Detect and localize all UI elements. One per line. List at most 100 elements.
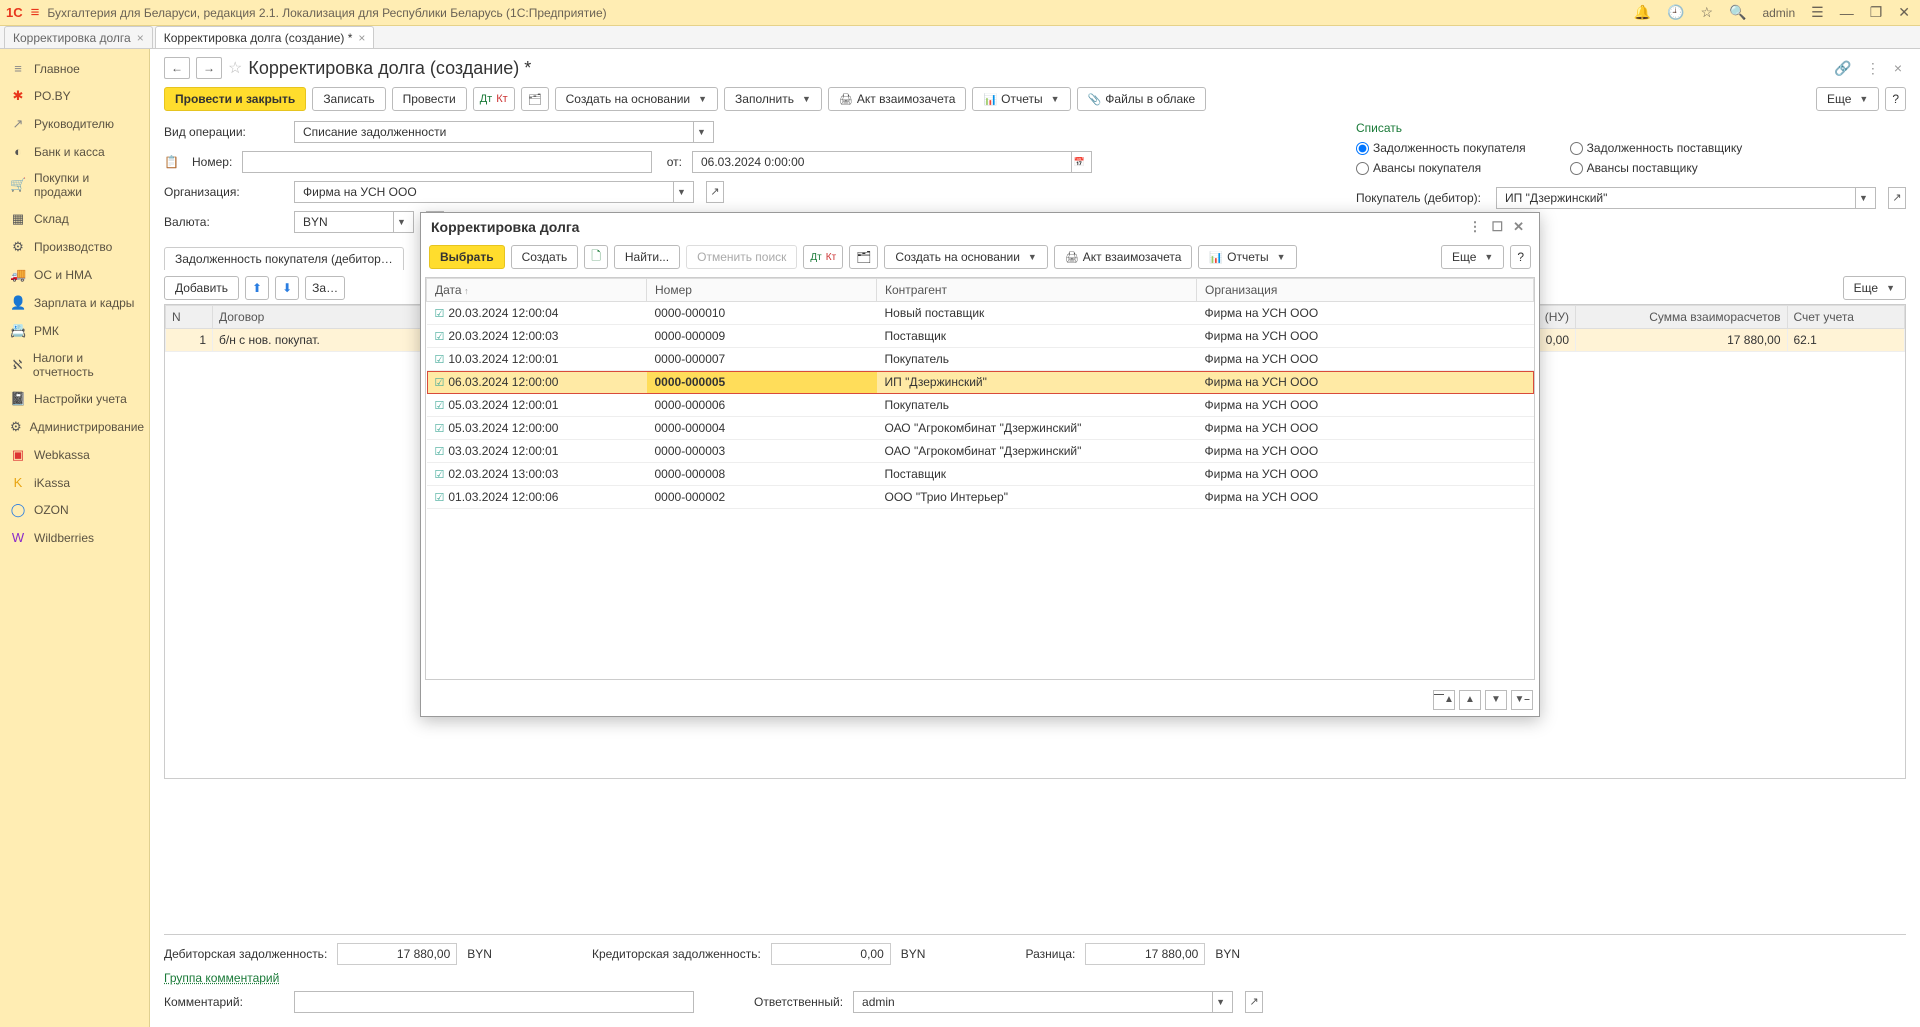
tab-close-icon[interactable]: × [358,31,365,45]
move-up-button[interactable]: ⬆ [245,276,269,300]
help-button[interactable]: ? [1885,87,1906,111]
col-account[interactable]: Счет учета [1787,306,1905,329]
sidebar-item[interactable]: 👤Зарплата и кадры [0,289,149,317]
post-and-close-button[interactable]: Провести и закрыть [164,87,306,111]
favorites-icon[interactable]: ☆ [1696,4,1717,21]
sidebar-item[interactable]: ⚙Администрирование [0,413,149,441]
dialog-help-button[interactable]: ? [1510,245,1531,269]
tab-debt-adjustment[interactable]: Корректировка долга × [4,26,153,48]
dropdown-icon[interactable]: ▼ [1212,992,1228,1012]
calendar-icon[interactable]: 📅 [1071,152,1087,172]
dialog-row[interactable]: ☑05.03.2024 12:00:000000-000004ОАО "Агро… [427,417,1534,440]
radio-supplier-debt[interactable]: Задолженность поставщику [1570,141,1743,155]
dialog-act-button[interactable]: 🖨Акт взаимозачета [1054,245,1193,269]
dialog-close-icon[interactable]: ✕ [1508,219,1529,235]
find-button[interactable]: Найти... [614,245,680,269]
op-type-select[interactable]: Списание задолженности▼ [294,121,714,143]
dialog-debit-credit-icon[interactable]: ДтКт [803,245,843,269]
sidebar-item[interactable]: ✱PO.BY [0,82,149,110]
dropdown-icon[interactable]: ▼ [1855,188,1871,208]
sidebar-item[interactable]: 📓Настройки учета [0,385,149,413]
dialog-col-counterparty[interactable]: Контрагент [877,279,1197,302]
dialog-table[interactable]: Дата Номер Контрагент Организация ☑20.03… [425,277,1535,680]
list-down-button[interactable]: ▼ [1485,690,1507,710]
tab-debt-adjustment-create[interactable]: Корректировка долга (создание) * × [155,26,375,48]
buyer-open-button[interactable]: ↗ [1888,187,1906,209]
list-last-button[interactable]: ▼⎯ [1511,690,1533,710]
fill-button[interactable]: Заполнить▼ [724,87,822,111]
dropdown-icon[interactable]: ▼ [393,212,409,232]
dropdown-icon[interactable]: ▼ [693,122,709,142]
cloud-files-button[interactable]: 📎Файлы в облаке [1077,87,1207,111]
responsible-open-button[interactable]: ↗ [1245,991,1263,1013]
main-menu-icon[interactable]: ≡ [31,4,40,21]
comments-group-link[interactable]: Группа комментарий [164,971,279,985]
radio-buyer-advance[interactable]: Авансы покупателя [1356,161,1526,175]
post-button[interactable]: Провести [392,87,467,111]
buyer-select[interactable]: ИП "Дзержинский"▼ [1496,187,1876,209]
create-based-button[interactable]: Создать на основании▼ [555,87,718,111]
number-lock-icon[interactable]: 📋 [164,155,182,169]
sidebar-item[interactable]: ▦Склад [0,205,149,233]
section-more-button[interactable]: Еще▼ [1843,276,1906,300]
dialog-row[interactable]: ☑03.03.2024 12:00:010000-000003ОАО "Агро… [427,440,1534,463]
dialog-row[interactable]: ☑05.03.2024 12:00:010000-000006Покупател… [427,394,1534,417]
col-contract[interactable]: Договор [213,306,448,329]
dialog-structure-icon[interactable]: 🗂 [849,245,878,269]
close-app-icon[interactable]: ✕ [1894,4,1914,21]
radio-supplier-advance[interactable]: Авансы поставщику [1570,161,1743,175]
dialog-more-button[interactable]: Еще▼ [1441,245,1504,269]
col-sum[interactable]: Сумма взаиморасчетов [1576,306,1788,329]
org-select[interactable]: Фирма на УСН ООО▼ [294,181,694,203]
responsible-select[interactable]: admin▼ [853,991,1233,1013]
current-user[interactable]: admin [1758,6,1799,20]
list-first-button[interactable]: ⎺▲ [1433,690,1455,710]
list-up-button[interactable]: ▲ [1459,690,1481,710]
sidebar-item[interactable]: ⚙Производство [0,233,149,261]
search-icon[interactable]: 🔍 [1725,4,1750,21]
fill-button-partial[interactable]: За… [305,276,345,300]
more-button[interactable]: Еще▼ [1816,87,1879,111]
write-button[interactable]: Записать [312,87,385,111]
dialog-col-org[interactable]: Организация [1197,279,1534,302]
dialog-reports-button[interactable]: 📊Отчеты▼ [1198,245,1296,269]
dialog-col-date[interactable]: Дата [427,279,647,302]
dialog-row[interactable]: ☑20.03.2024 12:00:030000-000009Поставщик… [427,325,1534,348]
more-menu-icon[interactable]: ⋮ [1862,60,1884,77]
settings-icon[interactable]: ☰ [1807,4,1828,21]
comment-input[interactable] [294,991,694,1013]
section-tab-buyer-debt[interactable]: Задолженность покупателя (дебитор… [164,247,404,270]
dialog-menu-icon[interactable]: ⋮ [1463,219,1486,235]
dialog-create-based-button[interactable]: Создать на основании▼ [884,245,1047,269]
structure-icon[interactable]: 🗂 [521,87,549,111]
nav-back-button[interactable]: ← [164,57,190,79]
sidebar-item[interactable]: ▣Webkassa [0,441,149,469]
sidebar-item[interactable]: KiKassa [0,469,149,496]
col-n[interactable]: N [166,306,213,329]
restore-icon[interactable]: ❐ [1866,4,1887,21]
tab-close-icon[interactable]: × [137,31,144,45]
sidebar-item[interactable]: ↗Руководителю [0,110,149,138]
dialog-row[interactable]: ☑10.03.2024 12:00:010000-000007Покупател… [427,348,1534,371]
minimize-icon[interactable]: — [1836,5,1858,21]
debit-credit-icon[interactable]: ДтКт [473,87,515,111]
dialog-row[interactable]: ☑06.03.2024 12:00:000000-000005ИП "Дзерж… [427,371,1534,394]
dialog-row[interactable]: ☑20.03.2024 12:00:040000-000010Новый пос… [427,302,1534,325]
dialog-maximize-icon[interactable]: ☐ [1486,219,1508,235]
copy-button[interactable]: 🗋 [584,245,608,269]
sidebar-item[interactable]: WWildberries [0,524,149,551]
notifications-icon[interactable]: 🔔 [1630,4,1655,21]
create-button[interactable]: Создать [511,245,579,269]
sidebar-item[interactable]: ≡Главное [0,55,149,82]
dialog-row[interactable]: ☑01.03.2024 12:00:060000-000002ООО "Трио… [427,486,1534,509]
sidebar-item[interactable]: ◐Банк и касса [0,138,149,165]
org-open-button[interactable]: ↗ [706,181,724,203]
dropdown-icon[interactable]: ▼ [673,182,689,202]
act-button[interactable]: 🖨Акт взаимозачета [828,87,967,111]
number-input[interactable] [242,151,652,173]
history-icon[interactable]: 🕘 [1663,4,1688,21]
date-input[interactable]: 06.03.2024 0:00:00📅 [692,151,1092,173]
sidebar-item[interactable]: 🛒Покупки и продажи [0,165,149,205]
currency-select[interactable]: BYN▼ [294,211,414,233]
favorite-star-icon[interactable]: ☆ [228,58,242,78]
